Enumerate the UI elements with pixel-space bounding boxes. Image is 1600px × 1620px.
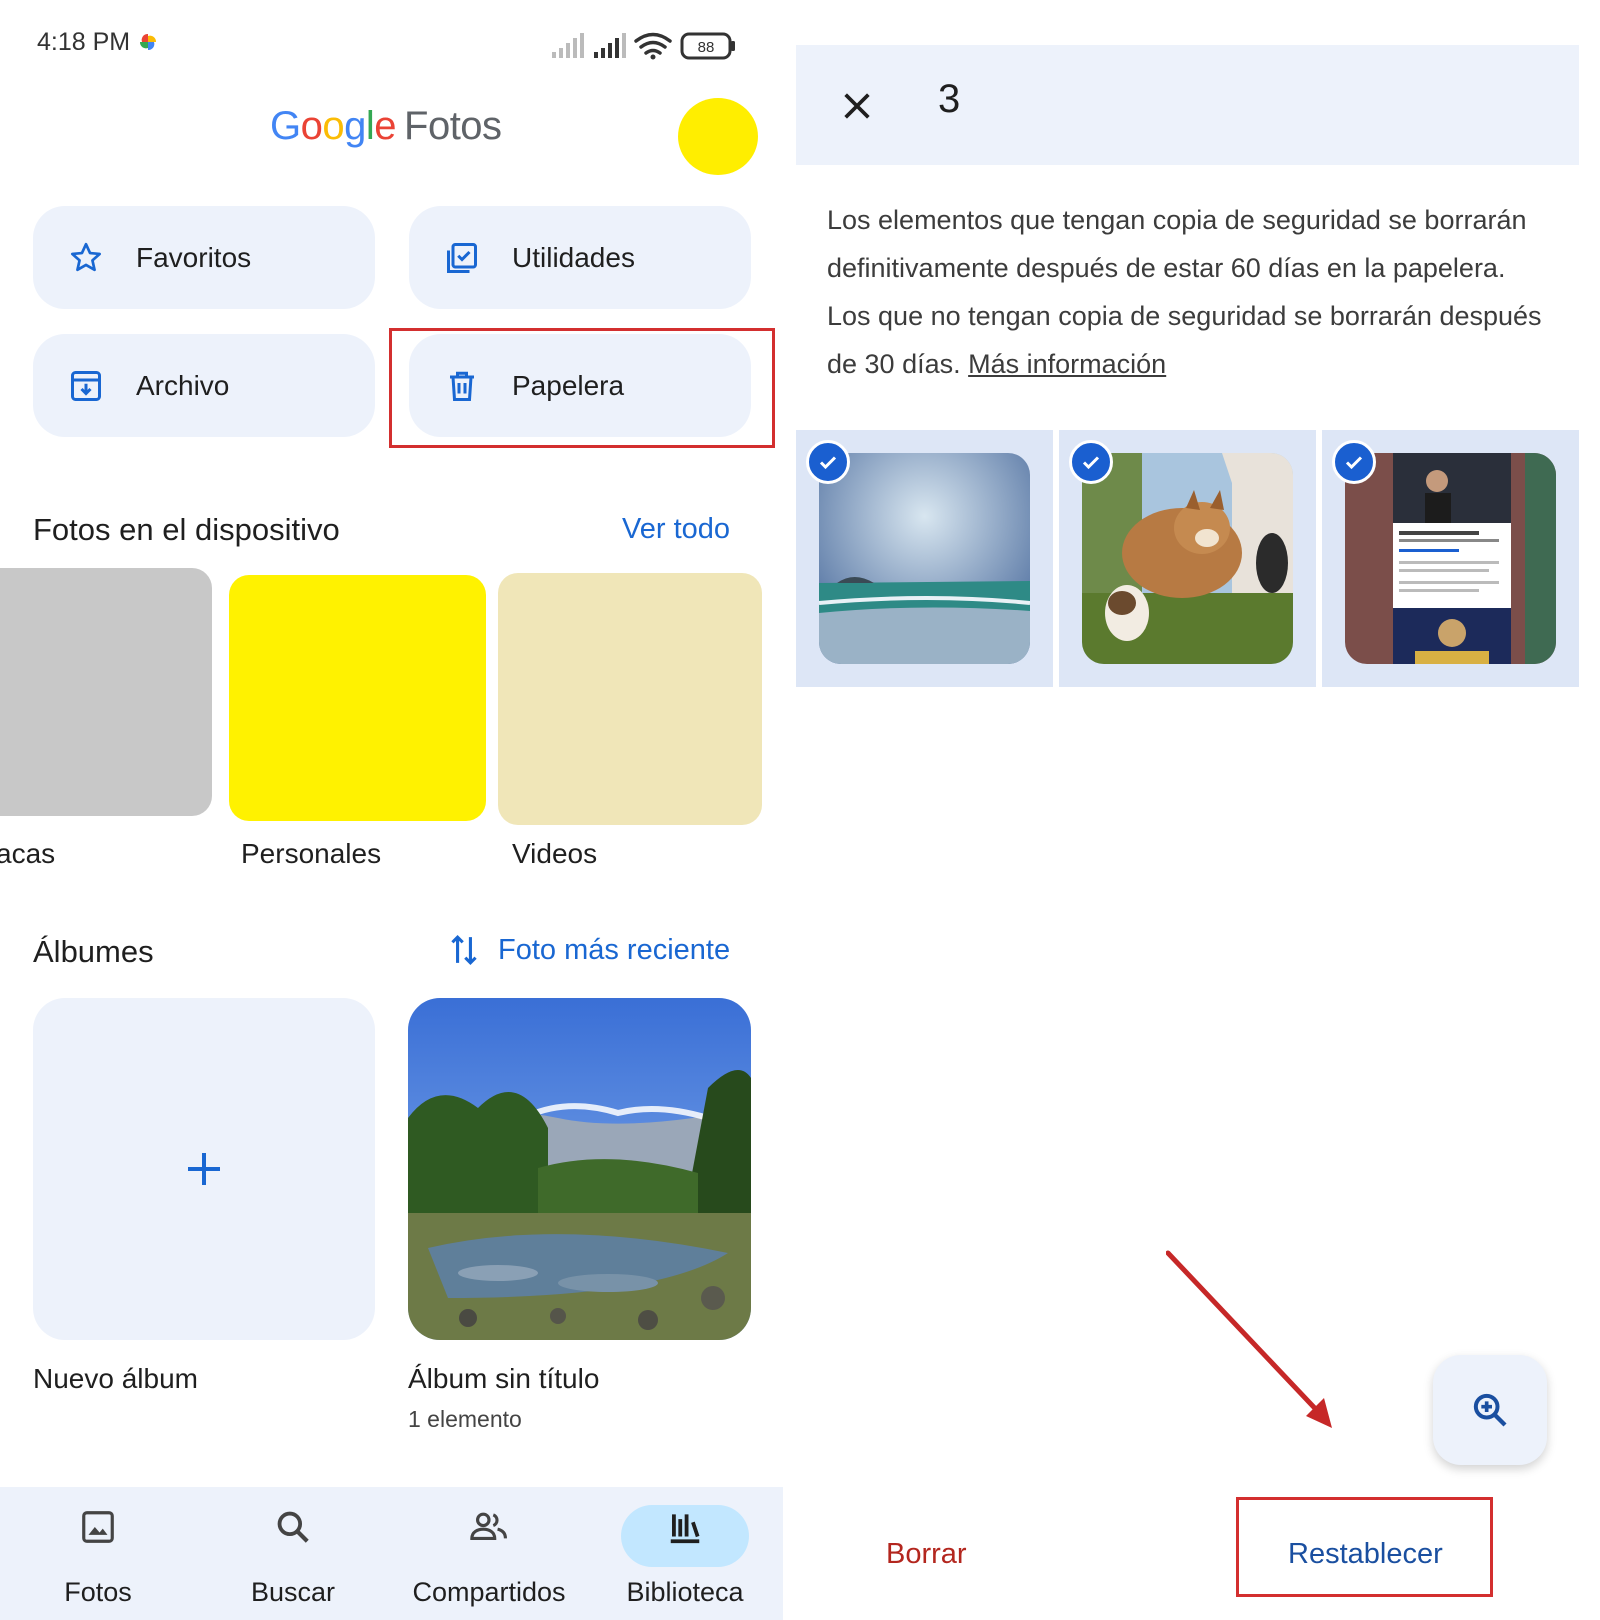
nav-label: Compartidos xyxy=(412,1577,566,1607)
shortcut-label: Favoritos xyxy=(136,241,252,273)
library-icon xyxy=(665,1507,705,1547)
papelera-highlight xyxy=(389,328,775,448)
folder-thumbnail[interactable] xyxy=(498,573,762,825)
plus-icon xyxy=(188,1153,220,1185)
annotation-arrow xyxy=(1166,1250,1332,1428)
see-all-link[interactable]: Ver todo xyxy=(622,513,730,546)
shortcut-label: Archivo xyxy=(136,369,230,401)
account-avatar[interactable] xyxy=(678,98,758,175)
nav-biblioteca[interactable]: Biblioteca xyxy=(590,1487,780,1620)
selection-toolbar: 3 xyxy=(796,45,1579,165)
delete-button[interactable]: Borrar xyxy=(886,1538,967,1571)
nav-fotos[interactable]: Fotos xyxy=(3,1487,193,1620)
album-cover-photo[interactable] xyxy=(408,998,751,1340)
trash-item[interactable] xyxy=(1059,430,1316,687)
selected-check-icon[interactable] xyxy=(1069,440,1113,484)
sort-label[interactable]: Foto más reciente xyxy=(498,934,730,967)
trash-item[interactable] xyxy=(1322,430,1579,687)
trash-screen: 3 Los elementos que tengan copia de segu… xyxy=(796,0,1600,1620)
album-title: Álbum sin título xyxy=(408,1363,600,1394)
zoom-in-button[interactable] xyxy=(1433,1355,1547,1465)
nav-compartidos[interactable]: Compartidos xyxy=(394,1487,584,1620)
selected-check-icon[interactable] xyxy=(806,440,850,484)
landscape-image xyxy=(408,998,751,1340)
device-photos-title: Fotos en el dispositivo xyxy=(33,512,340,547)
selected-count: 3 xyxy=(938,77,961,121)
photos-notification-icon xyxy=(139,33,157,51)
dogs-photo xyxy=(1082,453,1293,664)
folder-label: acas xyxy=(0,838,56,869)
folder-label: Personales xyxy=(241,838,382,869)
nav-label: Fotos xyxy=(64,1577,132,1607)
checklist-icon xyxy=(442,238,482,278)
fotos-wordmark: Fotos xyxy=(404,104,502,148)
people-icon xyxy=(469,1507,509,1547)
archive-icon xyxy=(66,366,106,406)
close-icon[interactable] xyxy=(832,81,882,131)
bottom-navigation: Fotos Buscar Compartidos Biblioteca xyxy=(0,1487,783,1620)
nav-label: Biblioteca xyxy=(626,1577,744,1607)
sort-icon[interactable] xyxy=(448,932,480,968)
restore-button[interactable]: Restablecer xyxy=(1288,1538,1443,1571)
zoom-in-icon xyxy=(1473,1393,1507,1427)
video-screenshot xyxy=(1345,453,1556,664)
app-logo: Google Fotos xyxy=(270,104,502,149)
beach-photo xyxy=(819,453,1030,664)
trash-info-text: Los elementos que tengan copia de seguri… xyxy=(827,196,1547,388)
search-icon xyxy=(273,1507,313,1547)
library-screen: 4:18 PM 88 Google Fotos Favoritos Utilid… xyxy=(0,0,783,1620)
selected-check-icon[interactable] xyxy=(1332,440,1376,484)
trash-info-body: Los elementos que tengan copia de seguri… xyxy=(827,205,1542,379)
photo-icon xyxy=(78,1507,118,1547)
shortcut-favoritos[interactable]: Favoritos xyxy=(33,206,375,309)
status-icons: 88 xyxy=(552,32,735,60)
svg-text:88: 88 xyxy=(698,39,715,56)
folder-thumbnail[interactable] xyxy=(229,575,486,821)
signal-icon xyxy=(594,33,626,58)
trash-item[interactable] xyxy=(796,430,1053,687)
shortcut-utilidades[interactable]: Utilidades xyxy=(409,206,751,309)
albums-title: Álbumes xyxy=(33,934,154,969)
folder-label: Videos xyxy=(512,838,598,869)
google-wordmark: Google xyxy=(270,104,397,148)
album-count: 1 elemento xyxy=(408,1406,522,1432)
new-album-card[interactable] xyxy=(33,998,375,1340)
more-info-link[interactable]: Más información xyxy=(968,349,1166,379)
shortcut-archivo[interactable]: Archivo xyxy=(33,334,375,437)
status-time: 4:18 PM xyxy=(37,28,131,56)
nav-label: Buscar xyxy=(250,1577,336,1607)
nav-buscar[interactable]: Buscar xyxy=(198,1487,388,1620)
wifi-icon xyxy=(634,32,672,55)
star-icon xyxy=(66,238,106,278)
signal-weak-icon xyxy=(552,33,584,58)
new-album-label: Nuevo álbum xyxy=(33,1363,198,1394)
folder-thumbnail[interactable] xyxy=(0,568,212,816)
shortcut-label: Utilidades xyxy=(512,241,635,273)
